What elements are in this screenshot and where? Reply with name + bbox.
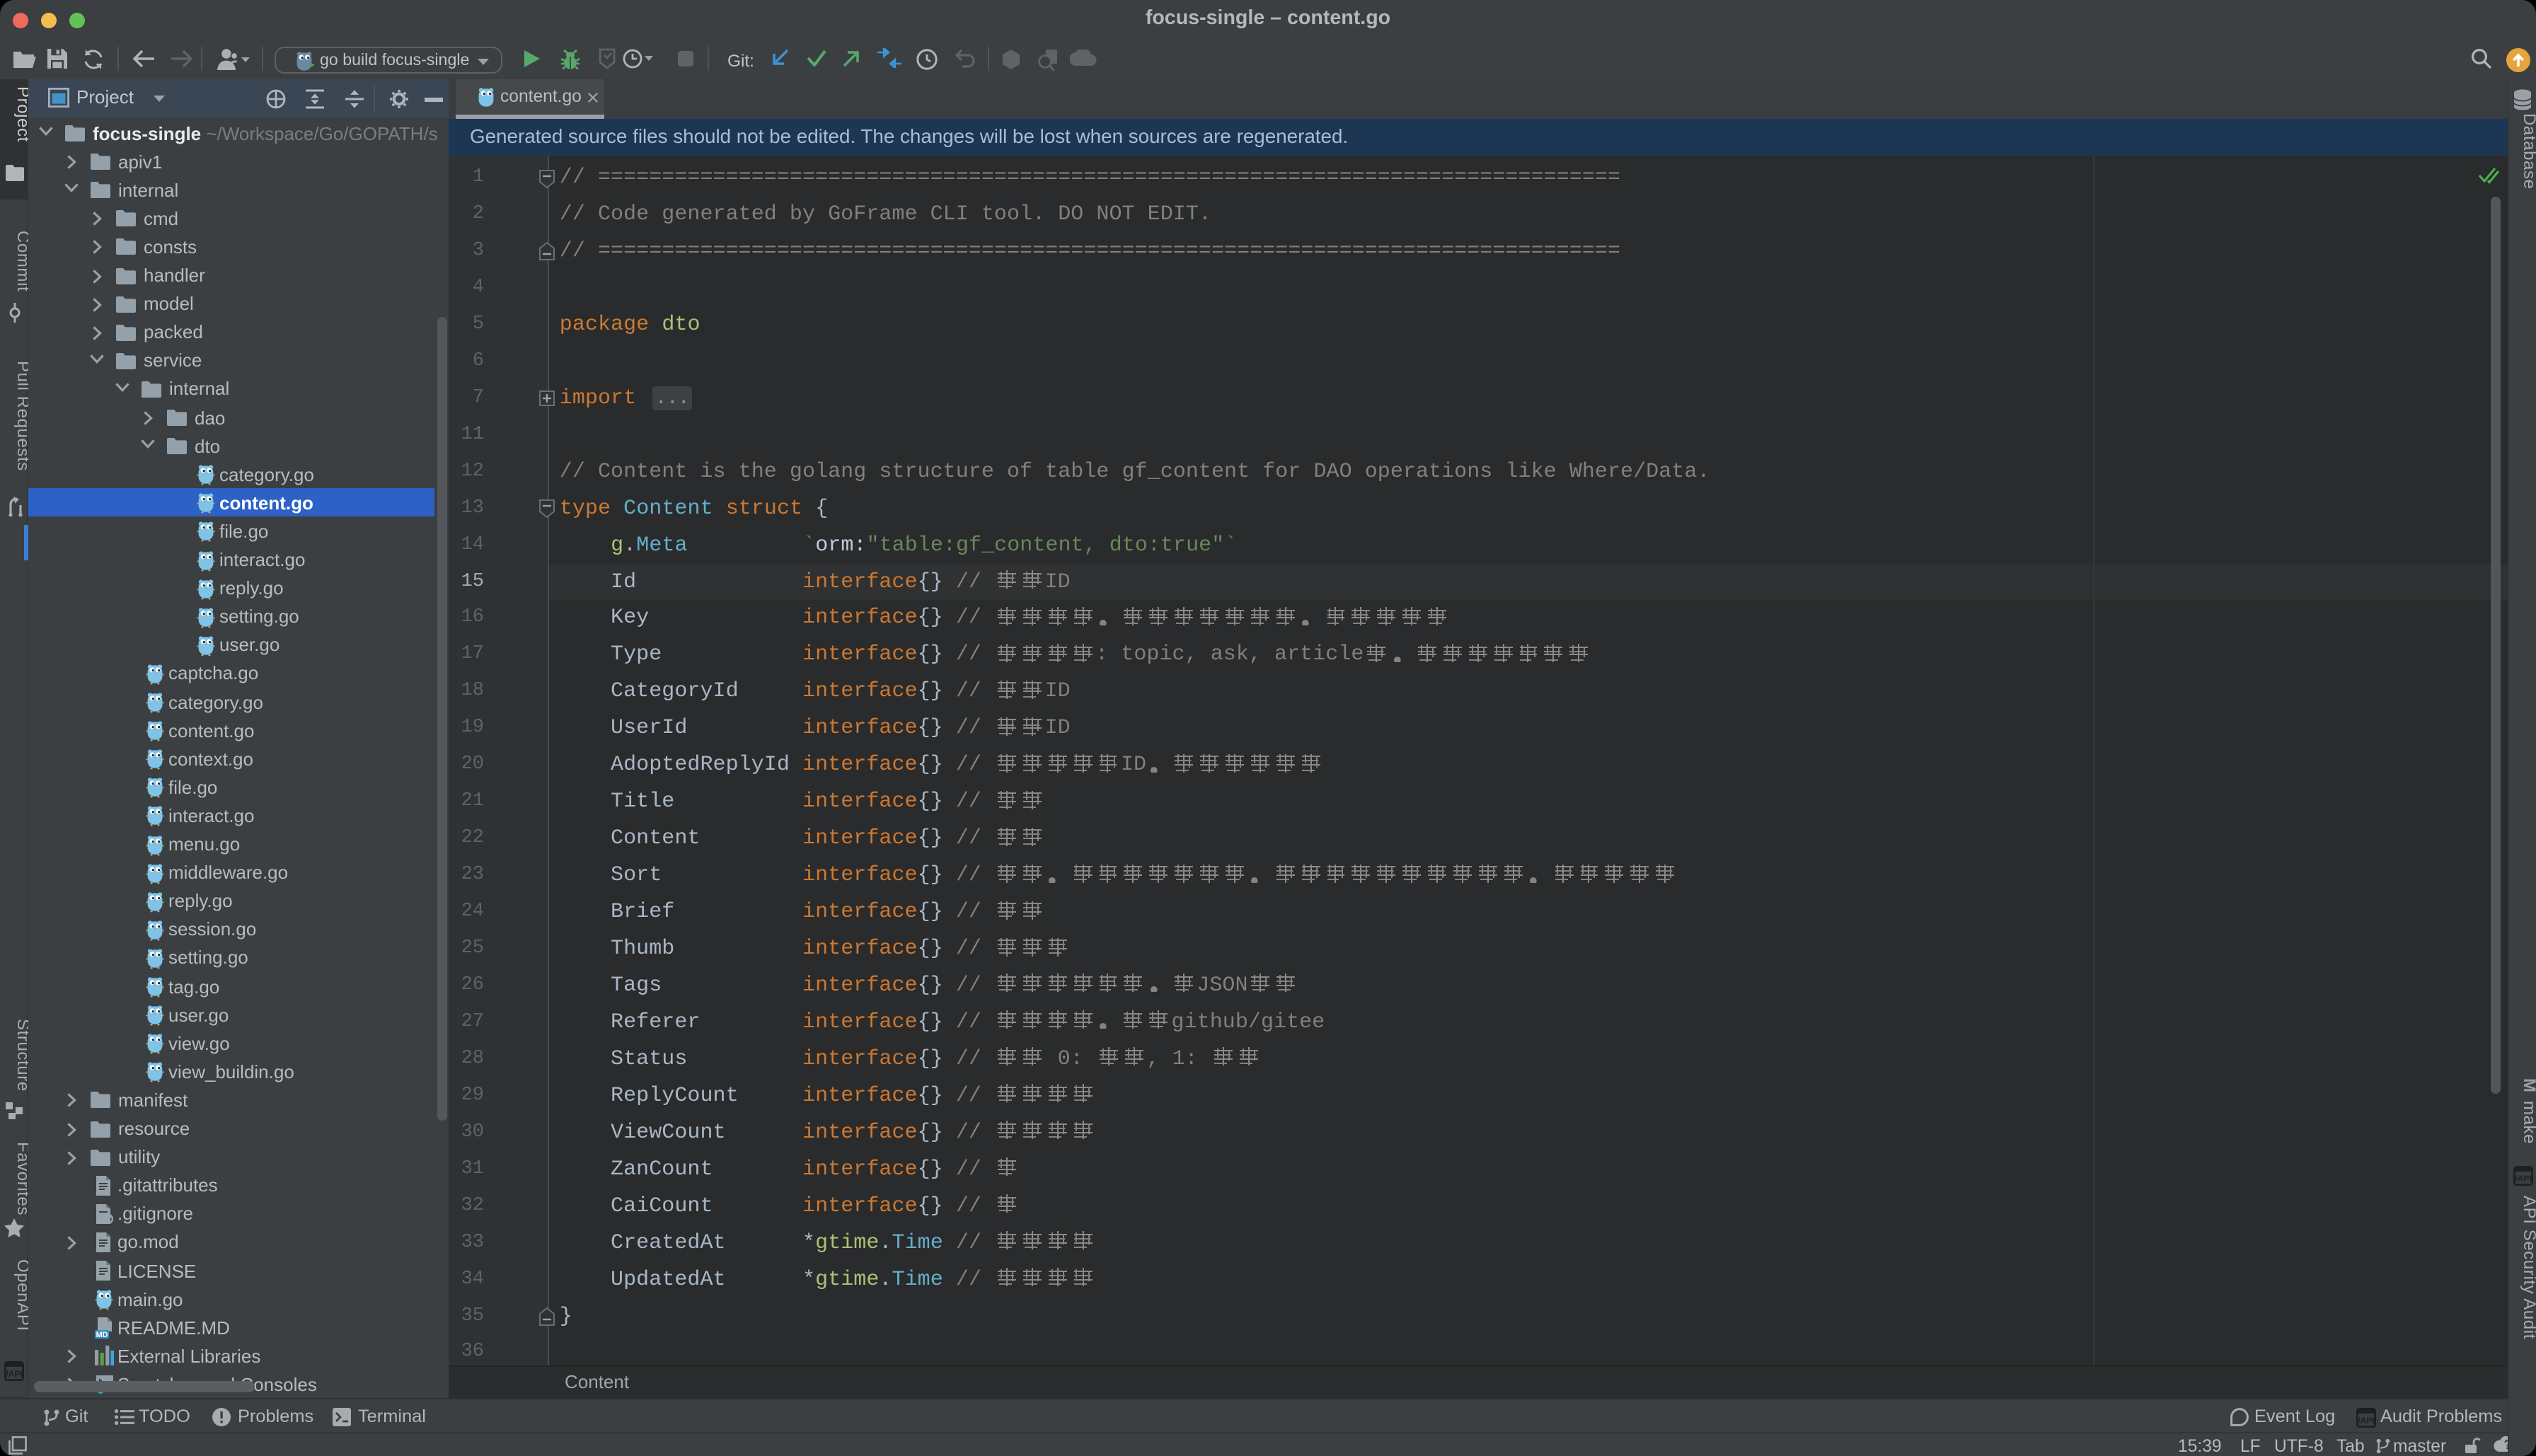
- svg-text:MD: MD: [96, 1331, 108, 1339]
- svg-text:/API: /API: [2358, 1416, 2374, 1426]
- svg-text:/API: /API: [6, 1369, 22, 1379]
- svg-text:/API: /API: [2515, 1174, 2531, 1184]
